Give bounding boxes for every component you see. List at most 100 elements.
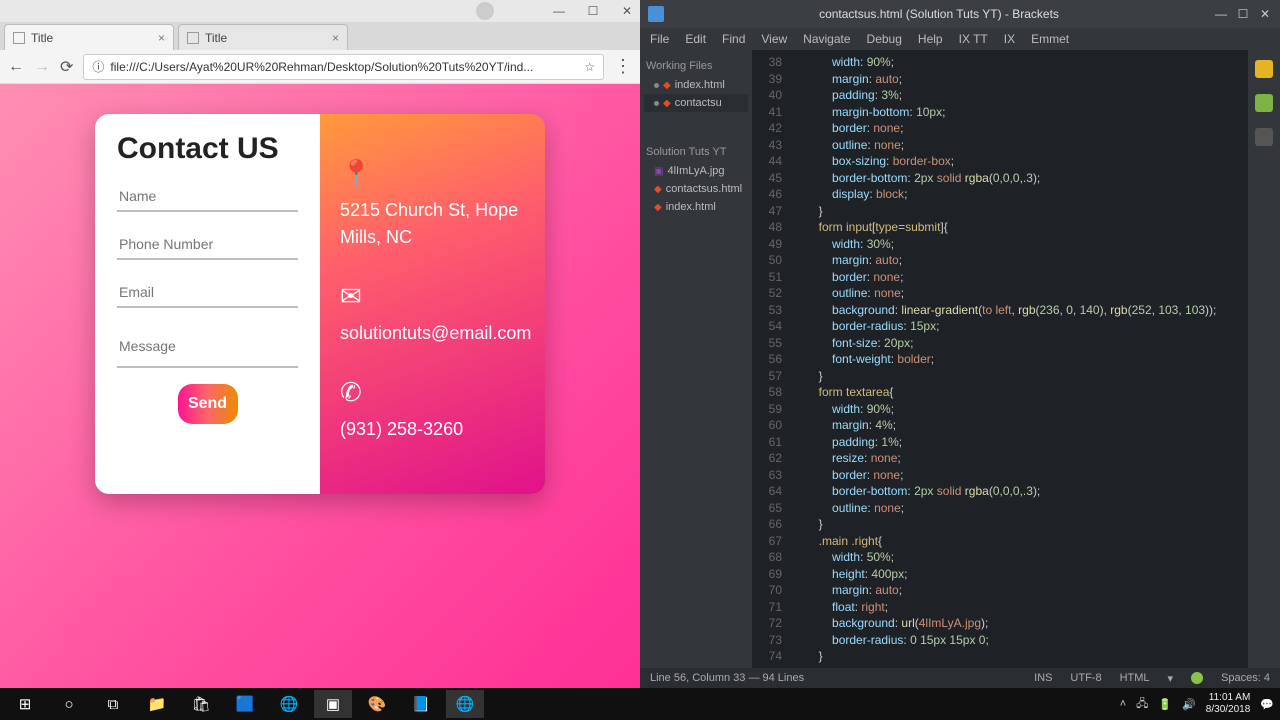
file-explorer-icon[interactable]: 📁	[138, 690, 176, 718]
chrome-window: — ☐ ✕ Title × Title × ← → ⟳ ⓘ file:///C:…	[0, 0, 640, 688]
forward-button[interactable]: →	[34, 58, 50, 76]
extension-icon[interactable]	[1255, 128, 1273, 146]
menu-file[interactable]: File	[650, 32, 669, 46]
phone-row: ✆ (931) 258-3260	[340, 373, 525, 443]
menu-ix[interactable]: IX	[1004, 32, 1015, 46]
chrome-menu-button[interactable]: ⋮	[614, 56, 632, 77]
reload-button[interactable]: ⟳	[60, 57, 73, 77]
brackets-logo-icon	[648, 6, 664, 22]
message-input[interactable]	[117, 324, 298, 368]
indent-setting[interactable]: Spaces: 4	[1221, 672, 1270, 684]
envelope-icon: ✉	[340, 277, 525, 316]
project-header[interactable]: Solution Tuts YT	[644, 142, 748, 162]
windows-taskbar: ⊞ ○ ⧉ 📁 🛍 🟦 🌐 ▣ 🎨 📘 🌐 ˄ 🖧 🔋 🔊 11:01 AM 8…	[0, 688, 1280, 720]
app-icon[interactable]: 🟦	[226, 690, 264, 718]
page-viewport: Contact US Send 📍 5215 Church St, Hope M…	[0, 84, 640, 688]
brackets-title: contactsus.html (Solution Tuts YT) - Bra…	[672, 7, 1206, 21]
cortana-button[interactable]: ○	[50, 690, 88, 718]
start-button[interactable]: ⊞	[6, 690, 44, 718]
menu-view[interactable]: View	[761, 32, 787, 46]
chrome-toolbar: ← → ⟳ ⓘ file:///C:/Users/Ayat%20UR%20Reh…	[0, 50, 640, 84]
menu-edit[interactable]: Edit	[685, 32, 706, 46]
cursor-position[interactable]: Line 56, Column 33 — 94 Lines	[650, 672, 1016, 684]
phone-text: (931) 258-3260	[340, 419, 463, 439]
send-button[interactable]: Send	[178, 384, 238, 424]
extension-rail	[1248, 50, 1280, 668]
brackets-taskbar-icon[interactable]: ▣	[314, 690, 352, 718]
profile-avatar-icon[interactable]	[476, 2, 494, 20]
contact-heading: Contact US	[117, 132, 298, 166]
encoding[interactable]: UTF-8	[1070, 672, 1101, 684]
code-editor[interactable]: 38 width: 90%; 39 margin: auto; 40 paddi…	[752, 50, 1248, 668]
clock[interactable]: 11:01 AM 8/30/2018	[1206, 692, 1251, 716]
brackets-titlebar: contactsus.html (Solution Tuts YT) - Bra…	[640, 0, 1280, 28]
app-icon[interactable]: 📘	[402, 690, 440, 718]
map-pin-icon: 📍	[340, 154, 525, 193]
chrome-taskbar-icon[interactable]: 🌐	[446, 690, 484, 718]
tab-close-icon[interactable]: ×	[332, 31, 339, 45]
contact-form: Contact US Send	[95, 114, 320, 494]
notifications-icon[interactable]: 💬	[1260, 698, 1274, 711]
project-file-item[interactable]: ◆index.html	[644, 198, 748, 216]
email-row: ✉ solutiontuts@email.com	[340, 277, 525, 347]
phone-icon: ✆	[340, 373, 525, 412]
favicon-icon	[187, 32, 199, 44]
close-button[interactable]: ✕	[1258, 7, 1272, 21]
email-input[interactable]	[117, 276, 298, 308]
working-file-item[interactable]: ◆contactsu	[644, 94, 748, 112]
tab-close-icon[interactable]: ×	[158, 31, 165, 45]
menu-emmet[interactable]: Emmet	[1031, 32, 1069, 46]
menu-ix tt[interactable]: IX TT	[959, 32, 988, 46]
menu-debug[interactable]: Debug	[867, 32, 902, 46]
minimize-button[interactable]: —	[552, 4, 566, 18]
menu-navigate[interactable]: Navigate	[803, 32, 850, 46]
maximize-button[interactable]: ☐	[586, 4, 600, 18]
address-text: 5215 Church St, Hope Mills, NC	[340, 200, 518, 247]
bookmark-star-icon[interactable]: ☆	[584, 60, 595, 74]
chrome-icon[interactable]: 🌐	[270, 690, 308, 718]
tab-title: Title	[31, 31, 53, 45]
brackets-sidebar: Working Files ◆index.html◆contactsu Solu…	[640, 50, 752, 668]
address-row: 📍 5215 Church St, Hope Mills, NC	[340, 154, 525, 251]
network-icon[interactable]: 🖧	[1136, 695, 1148, 714]
project-file-item[interactable]: ▣4lImLyA.jpg	[644, 162, 748, 180]
language-mode[interactable]: HTML	[1120, 672, 1150, 684]
url-text: file:///C:/Users/Ayat%20UR%20Rehman/Desk…	[110, 60, 533, 74]
menu-help[interactable]: Help	[918, 32, 943, 46]
browser-tab[interactable]: Title ×	[4, 24, 174, 50]
brackets-statusbar: Line 56, Column 33 — 94 Lines INS UTF-8 …	[640, 668, 1280, 688]
phone-input[interactable]	[117, 228, 298, 260]
time-text: 11:01 AM	[1206, 692, 1251, 704]
tray-chevron-icon[interactable]: ˄	[1120, 698, 1126, 710]
brackets-body: Working Files ◆index.html◆contactsu Solu…	[640, 50, 1280, 668]
email-text: solutiontuts@email.com	[340, 323, 531, 343]
favicon-icon	[13, 32, 25, 44]
chrome-tabstrip: Title × Title ×	[0, 22, 640, 50]
minimize-button[interactable]: —	[1214, 7, 1228, 21]
battery-icon[interactable]: 🔋	[1158, 698, 1172, 711]
name-input[interactable]	[117, 180, 298, 212]
lint-ok-icon[interactable]	[1191, 672, 1203, 684]
chrome-titlebar: — ☐ ✕	[0, 0, 640, 22]
volume-icon[interactable]: 🔊	[1182, 698, 1196, 711]
date-text: 8/30/2018	[1206, 704, 1251, 716]
insert-mode[interactable]: INS	[1034, 672, 1052, 684]
brackets-window: contactsus.html (Solution Tuts YT) - Bra…	[640, 0, 1280, 688]
info-icon: ⓘ	[92, 58, 104, 75]
extension-icon[interactable]	[1255, 94, 1273, 112]
working-file-item[interactable]: ◆index.html	[644, 76, 748, 94]
menu-find[interactable]: Find	[722, 32, 745, 46]
close-button[interactable]: ✕	[620, 4, 634, 18]
maximize-button[interactable]: ☐	[1236, 7, 1250, 21]
address-bar[interactable]: ⓘ file:///C:/Users/Ayat%20UR%20Rehman/De…	[83, 54, 604, 80]
app-icon[interactable]: 🎨	[358, 690, 396, 718]
live-preview-icon[interactable]	[1255, 60, 1273, 78]
back-button[interactable]: ←	[8, 58, 24, 76]
contact-card: Contact US Send 📍 5215 Church St, Hope M…	[95, 114, 545, 494]
system-tray[interactable]: ˄ 🖧 🔋 🔊 11:01 AM 8/30/2018 💬	[1120, 692, 1274, 716]
project-file-item[interactable]: ◆contactsus.html	[644, 180, 748, 198]
tab-title: Title	[205, 31, 227, 45]
task-view-button[interactable]: ⧉	[94, 690, 132, 718]
browser-tab[interactable]: Title ×	[178, 24, 348, 50]
store-icon[interactable]: 🛍	[182, 690, 220, 718]
